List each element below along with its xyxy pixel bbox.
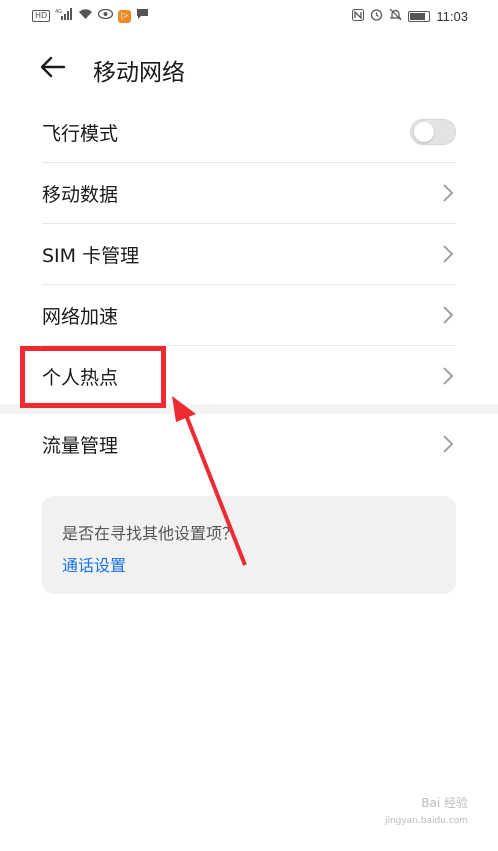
watermark-url: jingyan.baidu.com (384, 816, 468, 826)
annotation-arrow-icon (172, 396, 247, 566)
watermark-logo: Bai 经验 (421, 796, 468, 810)
